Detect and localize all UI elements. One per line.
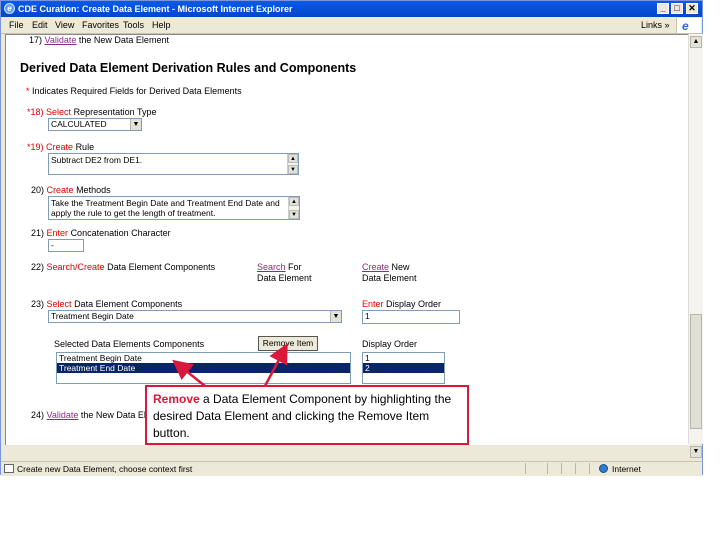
instruction-callout: Remove a Data Element Component by highl…: [145, 385, 469, 445]
arrow-to-button: [263, 343, 288, 387]
callout-arrows: [172, 343, 288, 387]
callout-bold: Remove: [153, 392, 200, 406]
arrow-to-list: [172, 359, 206, 387]
